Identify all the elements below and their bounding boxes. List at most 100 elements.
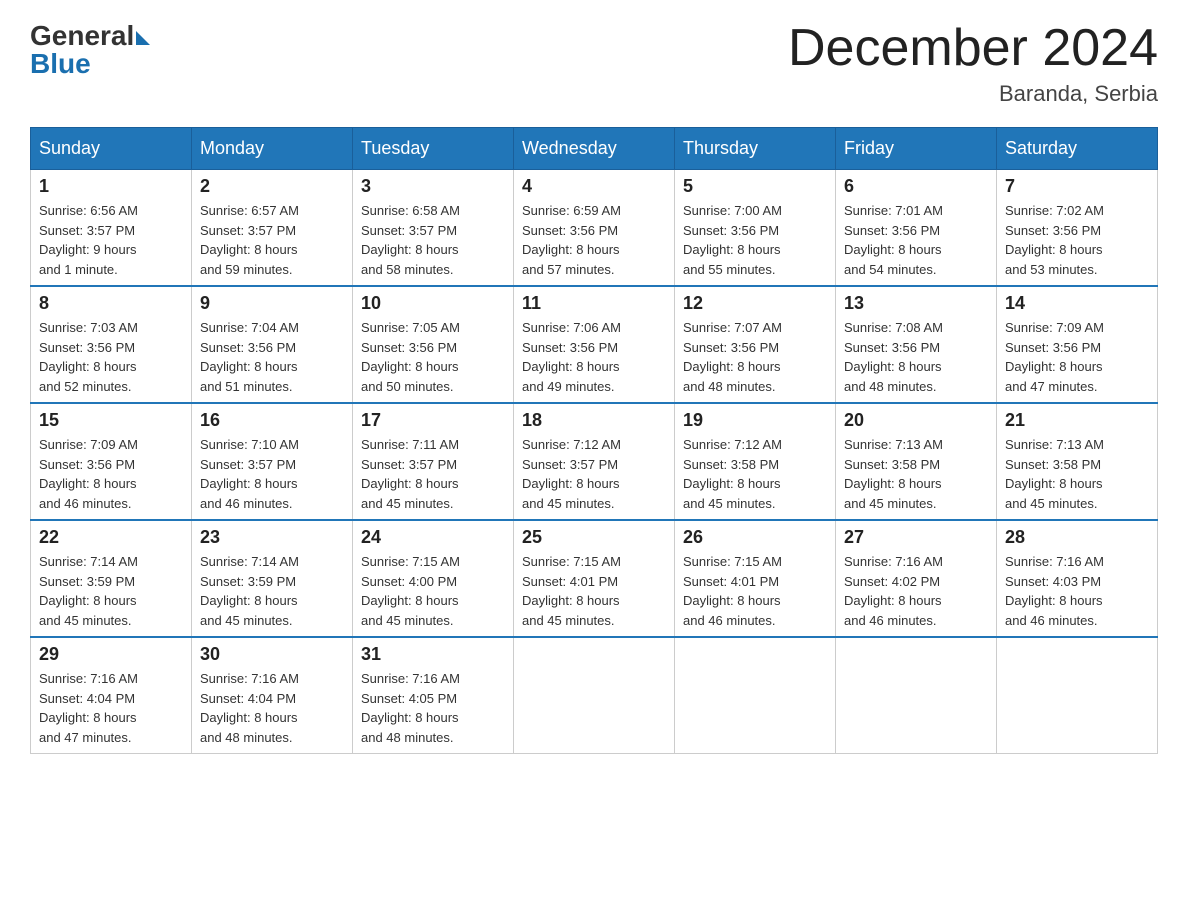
- day-cell-13: 13 Sunrise: 7:08 AMSunset: 3:56 PMDayligh…: [836, 286, 997, 403]
- day-cell-24: 24 Sunrise: 7:15 AMSunset: 4:00 PMDayligh…: [353, 520, 514, 637]
- day-number: 22: [39, 527, 183, 548]
- day-info: Sunrise: 7:16 AMSunset: 4:03 PMDaylight:…: [1005, 552, 1149, 630]
- title-area: December 2024 Baranda, Serbia: [788, 20, 1158, 107]
- day-number: 4: [522, 176, 666, 197]
- day-info: Sunrise: 6:58 AMSunset: 3:57 PMDaylight:…: [361, 201, 505, 279]
- day-cell-31: 31 Sunrise: 7:16 AMSunset: 4:05 PMDayligh…: [353, 637, 514, 754]
- day-info: Sunrise: 7:00 AMSunset: 3:56 PMDaylight:…: [683, 201, 827, 279]
- day-cell-20: 20Sunrise: 7:13 AMSunset: 3:58 PMDayligh…: [836, 403, 997, 520]
- logo-triangle-icon: [136, 31, 150, 45]
- day-number: 3: [361, 176, 505, 197]
- day-number: 28: [1005, 527, 1149, 548]
- day-info: Sunrise: 7:09 AMSunset: 3:56 PMDaylight:…: [39, 435, 183, 513]
- day-number: 27: [844, 527, 988, 548]
- day-cell-5: 5 Sunrise: 7:00 AMSunset: 3:56 PMDaylight…: [675, 170, 836, 287]
- logo: General Blue: [30, 20, 150, 80]
- day-cell-11: 11 Sunrise: 7:06 AMSunset: 3:56 PMDayligh…: [514, 286, 675, 403]
- day-cell-25: 25 Sunrise: 7:15 AMSunset: 4:01 PMDayligh…: [514, 520, 675, 637]
- day-info: Sunrise: 7:16 AMSunset: 4:04 PMDaylight:…: [39, 669, 183, 747]
- day-info: Sunrise: 7:11 AMSunset: 3:57 PMDaylight:…: [361, 435, 505, 513]
- day-info: Sunrise: 7:14 AMSunset: 3:59 PMDaylight:…: [200, 552, 344, 630]
- day-cell-28: 28 Sunrise: 7:16 AMSunset: 4:03 PMDayligh…: [997, 520, 1158, 637]
- day-info: Sunrise: 6:59 AMSunset: 3:56 PMDaylight:…: [522, 201, 666, 279]
- day-number: 29: [39, 644, 183, 665]
- day-number: 21: [1005, 410, 1149, 431]
- weekday-header-saturday: Saturday: [997, 128, 1158, 170]
- day-number: 30: [200, 644, 344, 665]
- day-info: Sunrise: 7:16 AMSunset: 4:04 PMDaylight:…: [200, 669, 344, 747]
- day-info: Sunrise: 7:12 AMSunset: 3:58 PMDaylight:…: [683, 435, 827, 513]
- day-cell-15: 15Sunrise: 7:09 AMSunset: 3:56 PMDayligh…: [31, 403, 192, 520]
- empty-cell: [836, 637, 997, 754]
- page-header: General Blue December 2024 Baranda, Serb…: [30, 20, 1158, 107]
- day-info: Sunrise: 7:06 AMSunset: 3:56 PMDaylight:…: [522, 318, 666, 396]
- day-info: Sunrise: 7:15 AMSunset: 4:01 PMDaylight:…: [522, 552, 666, 630]
- day-info: Sunrise: 7:13 AMSunset: 3:58 PMDaylight:…: [1005, 435, 1149, 513]
- empty-cell: [997, 637, 1158, 754]
- day-info: Sunrise: 7:10 AMSunset: 3:57 PMDaylight:…: [200, 435, 344, 513]
- week-row-2: 8 Sunrise: 7:03 AMSunset: 3:56 PMDaylight…: [31, 286, 1158, 403]
- day-info: Sunrise: 7:02 AMSunset: 3:56 PMDaylight:…: [1005, 201, 1149, 279]
- day-number: 31: [361, 644, 505, 665]
- day-cell-14: 14 Sunrise: 7:09 AMSunset: 3:56 PMDayligh…: [997, 286, 1158, 403]
- day-cell-23: 23 Sunrise: 7:14 AMSunset: 3:59 PMDayligh…: [192, 520, 353, 637]
- weekday-header-tuesday: Tuesday: [353, 128, 514, 170]
- day-info: Sunrise: 7:03 AMSunset: 3:56 PMDaylight:…: [39, 318, 183, 396]
- weekday-header-sunday: Sunday: [31, 128, 192, 170]
- day-info: Sunrise: 7:14 AMSunset: 3:59 PMDaylight:…: [39, 552, 183, 630]
- day-number: 8: [39, 293, 183, 314]
- week-row-3: 15Sunrise: 7:09 AMSunset: 3:56 PMDayligh…: [31, 403, 1158, 520]
- day-number: 23: [200, 527, 344, 548]
- weekday-header-wednesday: Wednesday: [514, 128, 675, 170]
- day-number: 13: [844, 293, 988, 314]
- day-info: Sunrise: 7:08 AMSunset: 3:56 PMDaylight:…: [844, 318, 988, 396]
- day-cell-1: 1 Sunrise: 6:56 AMSunset: 3:57 PMDaylight…: [31, 170, 192, 287]
- week-row-4: 22 Sunrise: 7:14 AMSunset: 3:59 PMDayligh…: [31, 520, 1158, 637]
- day-cell-18: 18Sunrise: 7:12 AMSunset: 3:57 PMDayligh…: [514, 403, 675, 520]
- day-info: Sunrise: 7:05 AMSunset: 3:56 PMDaylight:…: [361, 318, 505, 396]
- day-cell-9: 9 Sunrise: 7:04 AMSunset: 3:56 PMDaylight…: [192, 286, 353, 403]
- month-title: December 2024: [788, 20, 1158, 77]
- day-cell-7: 7 Sunrise: 7:02 AMSunset: 3:56 PMDaylight…: [997, 170, 1158, 287]
- day-cell-8: 8 Sunrise: 7:03 AMSunset: 3:56 PMDaylight…: [31, 286, 192, 403]
- day-number: 9: [200, 293, 344, 314]
- day-number: 5: [683, 176, 827, 197]
- week-row-1: 1 Sunrise: 6:56 AMSunset: 3:57 PMDaylight…: [31, 170, 1158, 287]
- day-info: Sunrise: 6:57 AMSunset: 3:57 PMDaylight:…: [200, 201, 344, 279]
- day-info: Sunrise: 7:09 AMSunset: 3:56 PMDaylight:…: [1005, 318, 1149, 396]
- day-number: 24: [361, 527, 505, 548]
- weekday-header-monday: Monday: [192, 128, 353, 170]
- day-number: 14: [1005, 293, 1149, 314]
- empty-cell: [514, 637, 675, 754]
- day-info: Sunrise: 7:04 AMSunset: 3:56 PMDaylight:…: [200, 318, 344, 396]
- day-cell-3: 3 Sunrise: 6:58 AMSunset: 3:57 PMDaylight…: [353, 170, 514, 287]
- day-cell-27: 27 Sunrise: 7:16 AMSunset: 4:02 PMDayligh…: [836, 520, 997, 637]
- day-cell-22: 22 Sunrise: 7:14 AMSunset: 3:59 PMDayligh…: [31, 520, 192, 637]
- day-info: Sunrise: 7:01 AMSunset: 3:56 PMDaylight:…: [844, 201, 988, 279]
- day-cell-4: 4 Sunrise: 6:59 AMSunset: 3:56 PMDaylight…: [514, 170, 675, 287]
- empty-cell: [675, 637, 836, 754]
- day-info: Sunrise: 7:16 AMSunset: 4:02 PMDaylight:…: [844, 552, 988, 630]
- day-number: 11: [522, 293, 666, 314]
- day-cell-10: 10Sunrise: 7:05 AMSunset: 3:56 PMDayligh…: [353, 286, 514, 403]
- day-info: Sunrise: 7:16 AMSunset: 4:05 PMDaylight:…: [361, 669, 505, 747]
- day-number: 16: [200, 410, 344, 431]
- day-number: 1: [39, 176, 183, 197]
- logo-blue-text: Blue: [30, 48, 91, 80]
- day-number: 7: [1005, 176, 1149, 197]
- weekday-header-thursday: Thursday: [675, 128, 836, 170]
- day-info: Sunrise: 7:15 AMSunset: 4:00 PMDaylight:…: [361, 552, 505, 630]
- day-number: 19: [683, 410, 827, 431]
- day-number: 2: [200, 176, 344, 197]
- weekday-header-friday: Friday: [836, 128, 997, 170]
- day-cell-17: 17Sunrise: 7:11 AMSunset: 3:57 PMDayligh…: [353, 403, 514, 520]
- day-cell-6: 6Sunrise: 7:01 AMSunset: 3:56 PMDaylight…: [836, 170, 997, 287]
- day-number: 25: [522, 527, 666, 548]
- week-row-5: 29 Sunrise: 7:16 AMSunset: 4:04 PMDayligh…: [31, 637, 1158, 754]
- day-info: Sunrise: 7:15 AMSunset: 4:01 PMDaylight:…: [683, 552, 827, 630]
- day-cell-12: 12Sunrise: 7:07 AMSunset: 3:56 PMDayligh…: [675, 286, 836, 403]
- day-number: 20: [844, 410, 988, 431]
- day-number: 12: [683, 293, 827, 314]
- weekday-header-row: SundayMondayTuesdayWednesdayThursdayFrid…: [31, 128, 1158, 170]
- day-info: Sunrise: 6:56 AMSunset: 3:57 PMDaylight:…: [39, 201, 183, 279]
